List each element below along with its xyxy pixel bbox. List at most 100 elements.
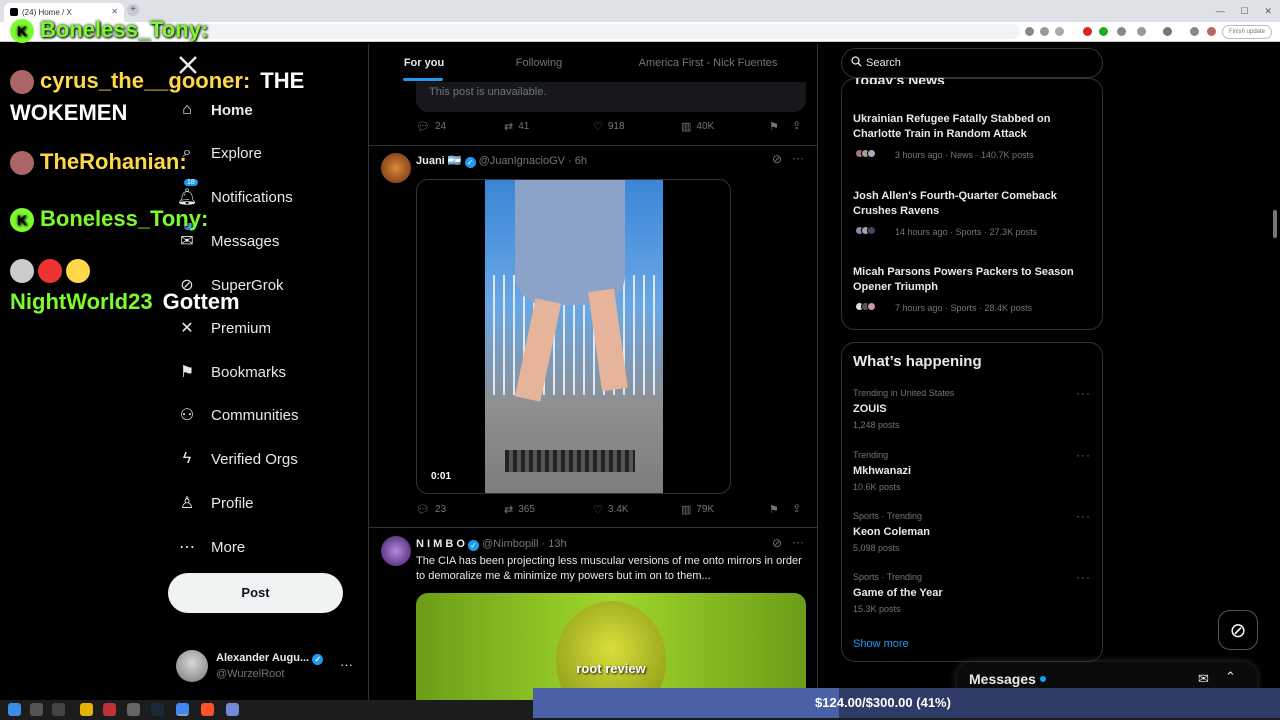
author-name[interactable]: N I M B O [416, 538, 465, 550]
trend-title[interactable]: ZOUIS [853, 403, 887, 415]
news-headline[interactable]: Josh Allen's Fourth-Quarter Comeback Cru… [853, 189, 1093, 219]
reply-button[interactable]: 💬︎ 24 [416, 120, 446, 133]
search-input[interactable]: Search [841, 48, 1103, 78]
start-icon[interactable] [8, 703, 21, 716]
chat-username: Boneless_Tony: [40, 17, 209, 42]
steam-icon[interactable] [151, 703, 164, 716]
news-meta: 7 hours ago · Sports · 28.4K posts [895, 303, 1033, 313]
expand-drawer-icon[interactable]: ⌃ [1225, 669, 1236, 685]
messages-drawer-title[interactable]: Messages [969, 671, 1046, 687]
avatar-stack [855, 302, 876, 311]
window-controls[interactable]: — ☐ ✕ [1208, 0, 1280, 22]
share-icon[interactable]: ⇪ [792, 119, 801, 132]
sidebar-item-explore[interactable]: ⌕ Explore [178, 142, 262, 164]
zoom-icon[interactable] [1040, 27, 1049, 36]
trend-more-icon[interactable]: ··· [1076, 570, 1091, 584]
post-more-icon[interactable]: ··· [792, 535, 804, 549]
maximize-icon[interactable]: ☐ [1241, 6, 1249, 17]
post-time[interactable]: · 6h [568, 155, 587, 167]
video-player[interactable]: 0:01 [416, 179, 731, 494]
trend-title[interactable]: Mkhwanazi [853, 465, 911, 477]
shorts [515, 180, 625, 305]
views-button[interactable]: ▥ 40K [681, 120, 714, 133]
trend-context: Trending in United States [853, 388, 955, 398]
tab-for-you[interactable]: For you [369, 44, 479, 82]
author-name[interactable]: Juani 🇦🇷 [416, 155, 461, 167]
sidebar-item-profile[interactable]: ♙ Profile [178, 492, 254, 514]
repost-button[interactable]: ⇄ 41 [504, 120, 529, 133]
grok-icon[interactable]: ⊘ [772, 536, 782, 550]
compose-message-icon[interactable]: ✉ [1198, 671, 1209, 687]
extension-icon[interactable] [1083, 27, 1092, 36]
repost-button[interactable]: ⇄ 365 [504, 503, 535, 516]
star-icon[interactable] [1055, 27, 1064, 36]
post-button[interactable]: Post [168, 573, 343, 613]
action-count: 79K [696, 504, 715, 515]
grok-icon[interactable]: ⊘ [772, 152, 782, 166]
close-window-icon[interactable]: ✕ [1265, 6, 1273, 17]
file-explorer-icon[interactable] [80, 703, 93, 716]
extensions-puzzle-icon[interactable] [1137, 27, 1146, 36]
post-header: Juani 🇦🇷 ✓ @JuanIgnacioGV · 6h [416, 154, 587, 168]
trend-post-count: 1,248 posts [853, 420, 900, 430]
sidebar-item-premium[interactable]: ✕ Premium [178, 317, 271, 339]
tab-following[interactable]: Following [479, 44, 599, 82]
account-name[interactable]: Alexander Augu... ✓ [216, 652, 324, 665]
author-handle[interactable]: @JuanIgnacioGV [479, 155, 565, 167]
search-icon[interactable] [30, 703, 43, 716]
omnibox[interactable] [200, 24, 1020, 39]
sidebar-icon[interactable] [1163, 27, 1172, 36]
discord-icon[interactable] [226, 703, 239, 716]
avatar[interactable] [381, 153, 411, 183]
person-icon: ♙ [179, 495, 195, 512]
task-view-icon[interactable] [52, 703, 65, 716]
chat-badge-icon [66, 259, 90, 284]
post-time[interactable]: · 13h [541, 538, 566, 550]
download-icon[interactable] [1190, 27, 1199, 36]
bookmark-icon[interactable]: ⚑ [769, 503, 779, 516]
extension-icon[interactable] [1025, 27, 1034, 36]
chrome-icon[interactable] [176, 703, 189, 716]
like-icon: ♡ [593, 121, 603, 133]
trend-post-count: 5,098 posts [853, 543, 900, 553]
sidebar-item-bookmarks[interactable]: ⚑ Bookmarks [178, 361, 286, 383]
minimize-icon[interactable]: — [1216, 6, 1225, 16]
show-more-link[interactable]: Show more [853, 638, 909, 650]
grok-float-button[interactable]: ⊘ [1218, 610, 1258, 650]
share-icon[interactable]: ⇪ [792, 502, 801, 515]
avatar[interactable] [176, 650, 208, 682]
account-handle: @WurzelRoot [216, 668, 285, 680]
trend-title[interactable]: Game of the Year [853, 587, 943, 599]
avatar[interactable] [381, 536, 411, 566]
sidebar-item-verified-orgs[interactable]: ϟ Verified Orgs [178, 448, 298, 470]
post-more-icon[interactable]: ··· [792, 151, 804, 165]
extension-icon[interactable] [1099, 27, 1108, 36]
sidebar-item-more[interactable]: ⋯ More [178, 536, 245, 558]
account-more-icon[interactable]: ··· [340, 657, 353, 672]
sidebar-item-communities[interactable]: ⚇ Communities [178, 404, 299, 426]
scrollbar[interactable] [1273, 210, 1277, 238]
chat-message: NightWorld23 Gottem [10, 254, 310, 318]
news-headline[interactable]: Micah Parsons Powers Packers to Season O… [853, 265, 1093, 295]
profile-avatar-icon[interactable] [1207, 27, 1216, 36]
bookmark-icon[interactable]: ⚑ [769, 120, 779, 133]
trend-more-icon[interactable]: ··· [1076, 448, 1091, 462]
app-icon[interactable] [127, 703, 140, 716]
finish-update-button[interactable]: Finish update [1221, 25, 1272, 39]
author-handle[interactable]: @Nimbopill [482, 538, 538, 550]
news-headline[interactable]: Ukrainian Refugee Fatally Stabbed on Cha… [853, 112, 1093, 142]
trend-more-icon[interactable]: ··· [1076, 386, 1091, 400]
reply-button[interactable]: 💬︎ 23 [416, 503, 446, 516]
trend-title[interactable]: Keon Coleman [853, 526, 930, 538]
views-button[interactable]: ▥ 79K [681, 503, 714, 516]
brave-icon[interactable] [201, 703, 214, 716]
drain-grate [505, 450, 635, 472]
trend-more-icon[interactable]: ··· [1076, 509, 1091, 523]
like-button[interactable]: ♡ 3.4K [593, 503, 628, 516]
extension-icon[interactable] [1117, 27, 1126, 36]
obs-icon[interactable] [103, 703, 116, 716]
post-image[interactable]: root review [416, 593, 806, 703]
action-count: 918 [607, 121, 625, 132]
tab-america-first[interactable]: America First - Nick Fuentes [599, 44, 817, 82]
like-button[interactable]: ♡ 918 [593, 120, 625, 133]
